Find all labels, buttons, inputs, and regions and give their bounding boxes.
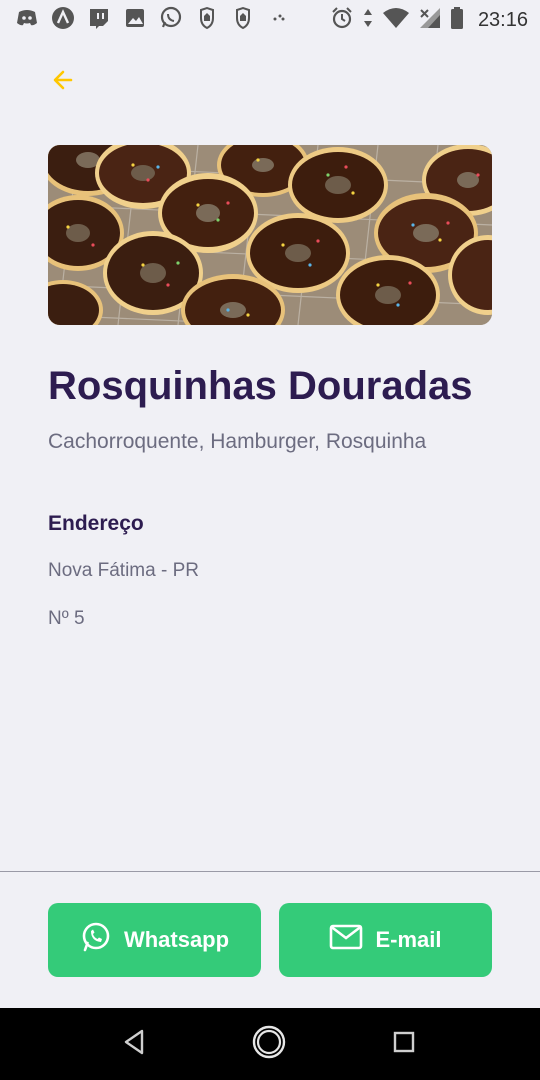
alarm-icon: [330, 6, 354, 35]
mail-icon: [329, 923, 363, 957]
nav-home-button[interactable]: [251, 1024, 287, 1065]
nav-recents-icon: [392, 1030, 416, 1059]
point-detail-screen: 23:16 Rosquinhas Douradas Cachorroquente…: [0, 0, 540, 1080]
clock: 23:16: [477, 9, 528, 31]
battery-icon: [450, 6, 464, 35]
signal-icon: [418, 7, 442, 34]
whatsapp-icon: [80, 921, 112, 959]
app-icon: [50, 6, 76, 30]
notification-icons: [14, 6, 292, 30]
nav-back-button[interactable]: [116, 1026, 152, 1062]
image-icon: [122, 6, 148, 30]
email-label: E-mail: [375, 927, 442, 952]
system-icons: 23:16: [330, 6, 528, 35]
point-items: Cachorroquente, Hamburger, Rosquinha: [48, 430, 427, 453]
nav-home-icon: [251, 1024, 287, 1065]
arrow-left-icon: [51, 68, 75, 97]
system-nav-bar: [0, 1008, 540, 1080]
donuts-photo: [48, 145, 492, 325]
email-button[interactable]: E-mail: [279, 903, 492, 977]
wifi-icon: [382, 7, 410, 34]
hand-icon-2: [230, 6, 256, 30]
point-name: Rosquinhas Douradas: [48, 364, 473, 408]
nav-back-icon: [122, 1029, 146, 1060]
twitch-icon: [86, 6, 112, 30]
back-button[interactable]: [44, 64, 82, 100]
status-bar: 23:16: [0, 0, 540, 36]
whatsapp-status-icon: [158, 6, 184, 30]
address-number: Nº 5: [48, 608, 85, 629]
address-city: Nova Fátima - PR: [48, 560, 199, 581]
discord-icon: [14, 6, 40, 30]
point-image: [48, 145, 492, 325]
whatsapp-label: Whatsapp: [123, 927, 230, 952]
more-dots-icon: [266, 6, 292, 30]
data-arrows-icon: [362, 7, 374, 34]
hand-icon: [194, 6, 220, 30]
address-title: Endereço: [48, 512, 144, 535]
nav-recents-button[interactable]: [386, 1026, 422, 1062]
whatsapp-button[interactable]: Whatsapp: [48, 903, 261, 977]
